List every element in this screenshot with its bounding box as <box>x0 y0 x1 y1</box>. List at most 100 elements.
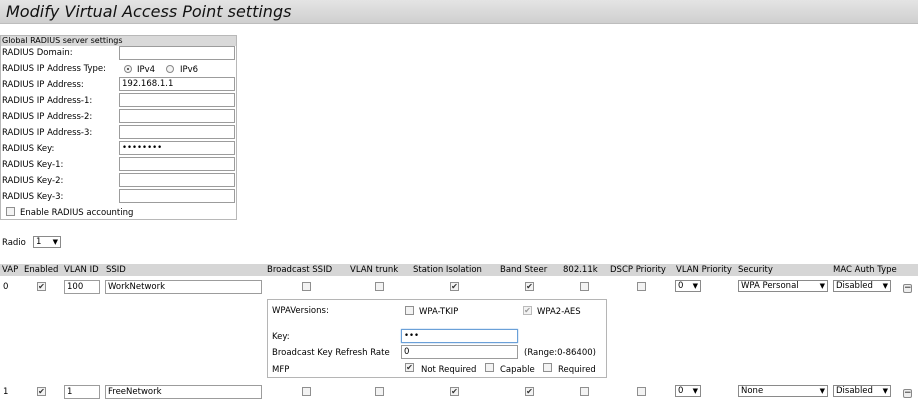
mfp-capable-checkbox[interactable] <box>485 363 494 372</box>
header-mac-auth-type: MAC Auth Type <box>833 265 897 275</box>
header-vlan-id: VLAN ID <box>64 265 99 275</box>
chevron-down-icon: ▼ <box>819 387 825 395</box>
wpa-tkip-checkbox[interactable] <box>405 306 414 315</box>
radius-ip-type-label: RADIUS IP Address Type: <box>2 64 107 74</box>
row0-security-select[interactable]: WPA Personal ▼ <box>738 280 828 292</box>
chevron-down-icon: ▼ <box>882 282 888 290</box>
row1-security-select[interactable]: None ▼ <box>738 385 828 397</box>
radius-key2-label: RADIUS Key-2: <box>2 176 64 186</box>
page-title: Modify Virtual Access Point settings <box>6 2 292 21</box>
header-broadcast-ssid: Broadcast SSID <box>267 265 333 275</box>
chevron-down-icon: ▼ <box>52 238 58 246</box>
radius-ip-input[interactable]: 192.168.1.1 <box>119 77 235 91</box>
radius-key-label: RADIUS Key: <box>2 144 55 154</box>
header-security: Security <box>738 265 773 275</box>
chevron-down-icon: ▼ <box>882 387 888 395</box>
wpa-versions-label: WPAVersions: <box>272 306 329 316</box>
wpa2-aes-checkbox[interactable]: ✔ <box>523 306 532 315</box>
header-vap: VAP <box>2 265 19 275</box>
row1-broadcast-ssid-checkbox[interactable] <box>302 387 311 396</box>
radius-ip1-label: RADIUS IP Address-1: <box>2 96 93 106</box>
title-bar: Modify Virtual Access Point settings <box>0 0 918 24</box>
row0-vlan-priority-select[interactable]: 0 ▼ <box>675 280 701 292</box>
broadcast-key-refresh-input[interactable]: 0 <box>401 345 518 359</box>
row1-vlan-trunk-checkbox[interactable] <box>375 387 384 396</box>
row0-broadcast-ssid-checkbox[interactable] <box>302 282 311 291</box>
row1-collapse-icon[interactable]: − <box>903 389 912 398</box>
row1-enabled-checkbox[interactable]: ✔ <box>37 387 46 396</box>
row1-vlan-priority-select[interactable]: 0 ▼ <box>675 385 701 397</box>
ipv6-label: IPv6 <box>180 65 199 75</box>
radio-select[interactable]: 1 ▼ <box>33 236 61 248</box>
chevron-down-icon: ▼ <box>692 282 698 290</box>
row1-station-isolation-checkbox[interactable]: ✔ <box>450 387 459 396</box>
chevron-down-icon: ▼ <box>692 387 698 395</box>
row0-dscp-priority-checkbox[interactable] <box>637 282 646 291</box>
radius-key3-input[interactable] <box>119 189 235 203</box>
radius-key1-label: RADIUS Key-1: <box>2 160 64 170</box>
row0-vlan-priority-value: 0 <box>678 281 684 291</box>
row0-ssid-input[interactable]: WorkNetwork <box>105 280 262 294</box>
mfp-not-required-label: Not Required <box>421 365 477 375</box>
ipv6-radio[interactable] <box>166 65 174 73</box>
row0-enabled-checkbox[interactable]: ✔ <box>37 282 46 291</box>
radius-domain-input[interactable] <box>119 46 235 60</box>
row0-vap: 0 <box>3 282 9 292</box>
row1-vlan-id-input[interactable]: 1 <box>64 385 100 399</box>
row1-mac-auth-select[interactable]: Disabled ▼ <box>833 385 891 397</box>
row0-vlan-id-input[interactable]: 100 <box>64 280 100 294</box>
header-80211k: 802.11k <box>563 265 598 275</box>
wpa-tkip-label: WPA-TKIP <box>419 307 459 317</box>
mfp-required-label: Required <box>558 365 596 375</box>
refresh-range-text: (Range:0-86400) <box>524 348 596 358</box>
radius-key2-input[interactable] <box>119 173 235 187</box>
header-dscp-priority: DSCP Priority <box>610 265 666 275</box>
mfp-required-checkbox[interactable] <box>543 363 552 372</box>
ipv4-label: IPv4 <box>137 65 156 75</box>
radius-key-input[interactable]: •••••••• <box>119 141 235 155</box>
ipv4-radio[interactable] <box>124 65 132 73</box>
radius-settings-header: Global RADIUS server settings <box>1 36 236 46</box>
row0-security-value: WPA Personal <box>741 281 799 291</box>
radius-key3-label: RADIUS Key-3: <box>2 192 64 202</box>
header-enabled: Enabled <box>24 265 59 275</box>
radius-ip2-label: RADIUS IP Address-2: <box>2 112 93 122</box>
header-vlan-priority: VLAN Priority <box>676 265 732 275</box>
row0-collapse-icon[interactable]: − <box>903 284 912 293</box>
row1-vap: 1 <box>3 387 9 397</box>
header-ssid: SSID <box>106 265 126 275</box>
radius-ip1-input[interactable] <box>119 93 235 107</box>
chevron-down-icon: ▼ <box>819 282 825 290</box>
broadcast-key-refresh-label: Broadcast Key Refresh Rate <box>272 348 390 358</box>
row0-station-isolation-checkbox[interactable]: ✔ <box>450 282 459 291</box>
row0-vlan-trunk-checkbox[interactable] <box>375 282 384 291</box>
radius-ip2-input[interactable] <box>119 109 235 123</box>
row0-band-steer-checkbox[interactable]: ✔ <box>525 282 534 291</box>
mfp-label: MFP <box>272 365 290 375</box>
row1-mac-auth-value: Disabled <box>836 386 873 396</box>
radius-ip-label: RADIUS IP Address: <box>2 80 84 90</box>
wpa-key-input[interactable]: ••• <box>401 329 518 343</box>
radius-accounting-checkbox[interactable] <box>6 207 15 216</box>
radius-ip3-input[interactable] <box>119 125 235 139</box>
mfp-not-required-checkbox[interactable]: ✔ <box>405 363 414 372</box>
radius-key1-input[interactable] <box>119 157 235 171</box>
row1-band-steer-checkbox[interactable]: ✔ <box>525 387 534 396</box>
row0-80211k-checkbox[interactable] <box>580 282 589 291</box>
radio-label: Radio <box>2 238 26 248</box>
row1-vlan-priority-value: 0 <box>678 386 684 396</box>
radius-ip3-label: RADIUS IP Address-3: <box>2 128 93 138</box>
row1-ssid-input[interactable]: FreeNetwork <box>105 385 262 399</box>
row0-mac-auth-select[interactable]: Disabled ▼ <box>833 280 891 292</box>
row1-security-value: None <box>741 386 764 396</box>
wpa-key-label: Key: <box>272 332 290 342</box>
header-vlan-trunk: VLAN trunk <box>350 265 399 275</box>
header-station-isolation: Station Isolation <box>413 265 482 275</box>
radius-accounting-label: Enable RADIUS accounting <box>20 208 134 218</box>
row1-dscp-priority-checkbox[interactable] <box>637 387 646 396</box>
radio-select-value: 1 <box>36 237 42 247</box>
mfp-capable-label: Capable <box>500 365 535 375</box>
radius-domain-label: RADIUS Domain: <box>2 48 73 58</box>
row1-80211k-checkbox[interactable] <box>580 387 589 396</box>
wpa2-aes-label: WPA2-AES <box>537 307 581 317</box>
